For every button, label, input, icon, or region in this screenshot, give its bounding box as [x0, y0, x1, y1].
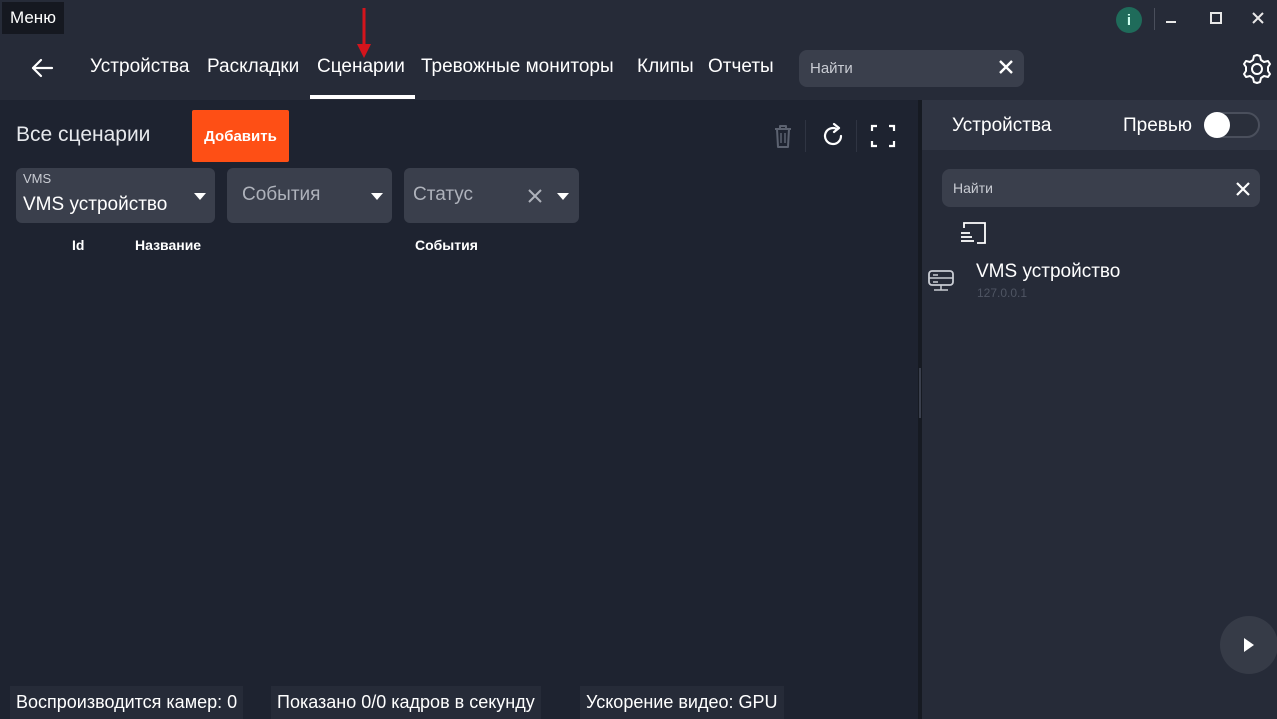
- chevron-down-icon: [194, 193, 206, 200]
- tab-alarm-monitors[interactable]: Тревожные мониторы: [421, 56, 614, 78]
- events-filter-placeholder: События: [242, 184, 321, 205]
- info-icon[interactable]: i: [1116, 7, 1142, 33]
- status-cameras: Воспроизводится камер: 0: [10, 686, 244, 719]
- search-clear-icon[interactable]: [1233, 179, 1253, 199]
- device-search-placeholder: Найти: [953, 180, 993, 196]
- trash-icon[interactable]: [768, 120, 798, 152]
- top-bar: [0, 0, 1277, 100]
- column-header-events[interactable]: События: [415, 237, 478, 253]
- status-frames: Показано 0/0 кадров в секунду: [271, 686, 541, 719]
- search-clear-icon[interactable]: [995, 56, 1017, 78]
- expand-panel-button[interactable]: [1220, 616, 1277, 674]
- chevron-down-icon: [371, 193, 383, 200]
- active-tab-indicator: [310, 95, 415, 99]
- tab-reports[interactable]: Отчеты: [708, 56, 774, 78]
- toolbar-divider: [805, 120, 806, 152]
- close-icon[interactable]: [1243, 6, 1273, 30]
- device-name[interactable]: VMS устройство: [976, 261, 1120, 283]
- toolbar-divider: [856, 120, 857, 152]
- vms-filter-value: VMS устройство: [23, 194, 168, 215]
- annotation-arrow-icon: [354, 8, 374, 60]
- tab-layouts[interactable]: Раскладки: [207, 56, 299, 78]
- splitter-grip[interactable]: [919, 368, 921, 418]
- preview-toggle-label: Превью: [1123, 115, 1193, 136]
- play-icon: [1244, 638, 1254, 652]
- maximize-icon[interactable]: [1201, 6, 1231, 30]
- fullscreen-icon[interactable]: [868, 120, 898, 152]
- cast-icon[interactable]: [958, 219, 990, 247]
- chevron-down-icon: [557, 193, 569, 200]
- window-controls-divider: [1154, 8, 1155, 30]
- tab-clips[interactable]: Клипы: [637, 56, 694, 78]
- minimize-icon[interactable]: [1156, 6, 1186, 30]
- column-header-name[interactable]: Название: [135, 237, 201, 253]
- back-arrow-icon[interactable]: [26, 52, 58, 84]
- device-ip: 127.0.0.1: [977, 286, 1028, 300]
- gear-icon[interactable]: [1238, 50, 1276, 88]
- status-acceleration: Ускорение видео: GPU: [580, 686, 784, 719]
- refresh-icon[interactable]: [818, 120, 848, 152]
- tab-devices[interactable]: Устройства: [90, 56, 189, 78]
- server-icon: [926, 266, 956, 296]
- vms-filter-label: VMS: [23, 171, 52, 186]
- status-clear-icon[interactable]: [526, 187, 544, 205]
- preview-toggle-knob[interactable]: [1204, 112, 1230, 138]
- top-search-placeholder: Найти: [810, 60, 853, 77]
- column-header-id[interactable]: Id: [72, 237, 84, 253]
- devices-panel-title: Устройства: [952, 115, 1052, 136]
- menu-button[interactable]: Меню: [2, 2, 64, 34]
- page-title: Все сценарии: [16, 123, 151, 146]
- status-filter-placeholder: Статус: [413, 184, 474, 205]
- add-scenario-button[interactable]: Добавить: [192, 110, 289, 162]
